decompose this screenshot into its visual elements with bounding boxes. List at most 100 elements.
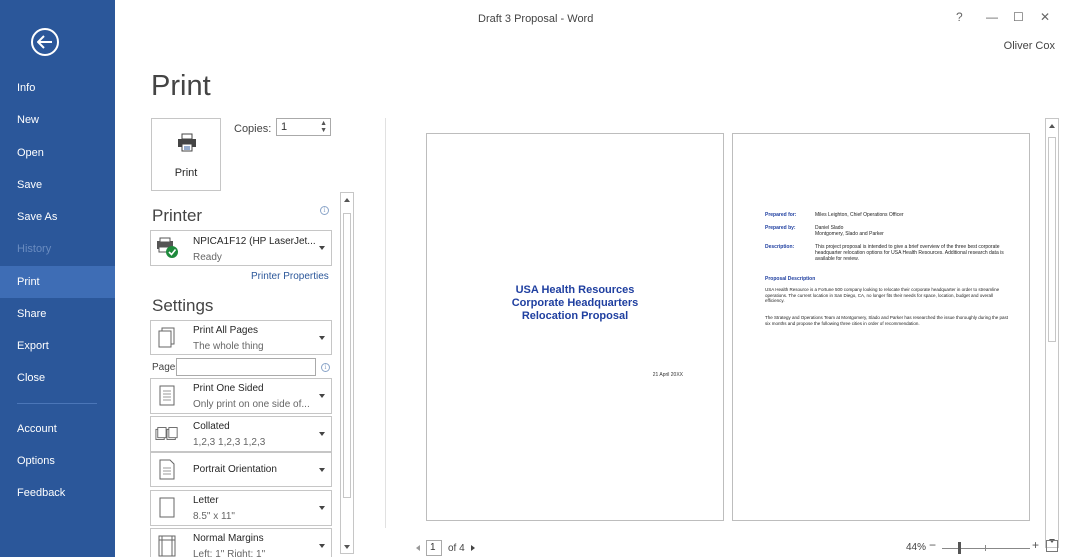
scroll-up-icon[interactable] <box>344 198 350 202</box>
help-button[interactable]: ? <box>956 10 963 24</box>
printer-dropdown[interactable]: NPICA1F12 (HP LaserJet... Ready <box>150 230 332 266</box>
current-page-input[interactable]: 1 <box>426 540 442 556</box>
prepared-by-label: Prepared by: <box>765 225 796 231</box>
description-label: Description: <box>765 244 795 250</box>
paper-size-title: Letter <box>193 495 219 506</box>
next-page-icon[interactable] <box>470 545 475 551</box>
sidebar-item-save-as[interactable]: Save As <box>0 201 115 233</box>
back-arrow-icon[interactable] <box>31 28 59 56</box>
zoom-slider-thumb[interactable] <box>958 542 961 554</box>
sidebar-item-share[interactable]: Share <box>0 298 115 330</box>
cover-title-line-2: Corporate Headquarters <box>511 297 639 309</box>
pages-info-icon[interactable]: i <box>321 363 330 372</box>
zoom-out-button[interactable]: − <box>929 538 936 552</box>
sides-subtitle: Only print on one side of... <box>193 399 310 410</box>
margins-page-icon <box>155 534 179 557</box>
copies-input[interactable]: 1 ▲ ▼ <box>276 118 331 136</box>
sidebar-item-print[interactable]: Print <box>0 266 115 298</box>
zoom-in-button[interactable]: + <box>1032 538 1039 552</box>
prepared-by-row: Prepared by: Daniel Slado Montgomery, Sla… <box>765 225 1020 237</box>
prepared-for-value: Miles Leighton, Chief Operations Officer <box>815 212 904 218</box>
prepared-for-row: Prepared for: Miles Leighton, Chief Opera… <box>765 212 1020 218</box>
scroll-up-icon[interactable] <box>1049 124 1055 128</box>
paper-size-subtitle: 8.5" x 11" <box>193 511 235 522</box>
zoom-to-page-icon[interactable] <box>1046 540 1058 552</box>
sidebar-item-export[interactable]: Export <box>0 330 115 362</box>
print-range-dropdown[interactable]: Print All Pages The whole thing <box>150 320 332 355</box>
print-preview: USA Health Resources Corporate Headquart… <box>396 118 1046 528</box>
copies-value: 1 <box>281 121 288 133</box>
prepared-for-label: Prepared for: <box>765 212 797 218</box>
sidebar-item-feedback[interactable]: Feedback <box>0 477 115 509</box>
maximize-button[interactable]: ☐ <box>1013 10 1024 24</box>
sidebar-divider <box>17 403 97 404</box>
one-sided-page-icon <box>155 384 179 408</box>
pages-input[interactable] <box>176 358 316 376</box>
prepared-by-value: Daniel Slado Montgomery, Slado and Parke… <box>815 225 884 237</box>
printer-info-icon[interactable]: i <box>320 206 329 215</box>
panel-divider <box>385 118 386 528</box>
settings-scrollbar[interactable] <box>340 192 354 554</box>
cover-title-line-3: Relocation Proposal <box>521 310 629 322</box>
printer-icon <box>178 133 196 152</box>
margins-dropdown[interactable]: Normal Margins Left: 1" Right: 1" <box>150 528 332 557</box>
sidebar-item-open[interactable]: Open <box>0 137 115 169</box>
document-pages-icon <box>155 326 179 350</box>
printer-section-title: Printer <box>152 206 203 225</box>
description-value: This project proposal is intended to giv… <box>815 244 1004 262</box>
description-row: Description: This project proposal is int… <box>765 244 1020 262</box>
print-button[interactable]: Print <box>151 118 221 191</box>
zoom-slider-track[interactable] <box>942 548 1030 549</box>
sidebar-item-info[interactable]: Info <box>0 72 115 104</box>
printer-ready-icon <box>155 236 179 260</box>
portrait-page-icon <box>155 458 179 482</box>
orientation-dropdown[interactable]: Portrait Orientation <box>150 452 332 487</box>
copies-spinner[interactable]: ▲ ▼ <box>320 120 327 134</box>
zoom-level[interactable]: 44% <box>906 542 926 553</box>
preview-scrollbar[interactable] <box>1045 118 1059 548</box>
print-range-title: Print All Pages <box>193 325 259 336</box>
proposal-paragraph-1: USA Health Resource is a Fortune 500 com… <box>765 287 1000 303</box>
scrollbar-thumb[interactable] <box>343 213 351 498</box>
copies-label: Copies: <box>234 123 272 135</box>
minimize-button[interactable]: — <box>986 10 998 24</box>
preview-page-2: Prepared for: Miles Leighton, Chief Opera… <box>732 133 1030 521</box>
scroll-down-icon[interactable] <box>344 545 350 549</box>
user-name[interactable]: Oliver Cox <box>1004 40 1055 52</box>
scrollbar-thumb[interactable] <box>1048 137 1056 342</box>
chevron-down-icon <box>319 467 325 472</box>
collated-pages-icon <box>155 422 179 446</box>
preview-page-1: USA Health Resources Corporate Headquart… <box>426 133 724 521</box>
sides-title: Print One Sided <box>193 383 264 394</box>
sides-dropdown[interactable]: Print One Sided Only print on one side o… <box>150 378 332 414</box>
chevron-down-icon <box>319 544 325 548</box>
chevron-down-icon <box>319 432 325 436</box>
printer-properties-link[interactable]: Printer Properties <box>251 271 329 282</box>
chevron-down-icon <box>319 394 325 398</box>
collation-dropdown[interactable]: Collated 1,2,3 1,2,3 1,2,3 <box>150 416 332 452</box>
previous-page-icon[interactable] <box>416 545 420 551</box>
page-title: Print <box>151 70 211 102</box>
chevron-down-icon <box>319 335 325 340</box>
word-print-backstage: Info New Open Save Save As History Print… <box>0 0 1065 557</box>
print-range-subtitle: The whole thing <box>193 341 264 352</box>
printer-status: Ready <box>193 252 222 263</box>
sidebar-item-new[interactable]: New <box>0 104 115 136</box>
close-button[interactable]: ✕ <box>1040 10 1050 24</box>
sidebar-item-options[interactable]: Options <box>0 445 115 477</box>
printer-name: NPICA1F12 (HP LaserJet... <box>193 236 316 247</box>
cover-date: 21 April 20XX <box>652 372 683 378</box>
sidebar-item-save[interactable]: Save <box>0 169 115 201</box>
letter-page-icon <box>155 496 179 520</box>
proposal-paragraph-2: The Strategy and Operations Team at Mont… <box>765 315 1008 326</box>
sidebar-item-history: History <box>17 243 52 255</box>
paper-size-dropdown[interactable]: Letter 8.5" x 11" <box>150 490 332 526</box>
sidebar-item-account[interactable]: Account <box>0 413 115 445</box>
backstage-sidebar: Info New Open Save Save As History Print… <box>0 0 115 557</box>
cover-title: USA Health Resources Corporate Headquart… <box>427 284 723 323</box>
proposal-description-heading: Proposal Description <box>765 276 816 282</box>
chevron-down-icon <box>319 246 325 250</box>
page-navigator: 1 of 4 <box>416 540 475 556</box>
sidebar-item-close[interactable]: Close <box>0 362 115 394</box>
cover-title-line-1: USA Health Resources <box>515 284 635 296</box>
